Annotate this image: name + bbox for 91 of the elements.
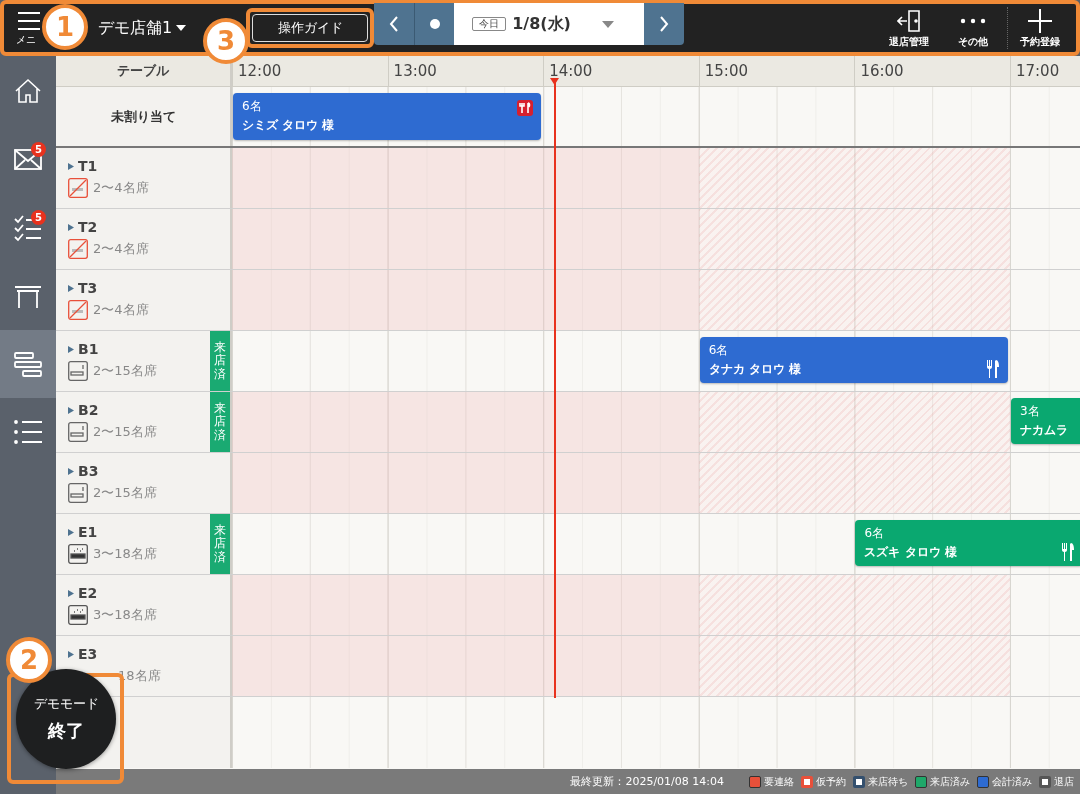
triangle-icon [68,406,74,414]
date-text: 1/8(水) [512,13,572,35]
table-name: E1 [78,524,98,540]
triangle-icon [68,162,74,170]
count-badge: 5 [31,210,46,225]
home-icon [14,78,42,106]
heated-tobacco-icon [68,605,88,625]
legend-label: 退店 [1054,774,1074,789]
caret-icon [602,20,615,28]
alert-cutlery-icon [517,100,534,116]
hour-label: 15:00 [698,56,855,86]
plus-icon [1028,9,1052,33]
menu-icon [16,9,42,32]
next-button[interactable] [644,3,685,45]
guest-name: ナカムラ [1020,422,1068,439]
hour-label: 13:00 [387,56,544,86]
triangle-icon [68,223,74,231]
table-name: T2 [78,219,98,235]
arrived-tag: 来店済 [210,331,230,391]
legend-label: 来店待ち [868,774,908,789]
triangle-icon [68,650,74,658]
dot-icon [429,19,440,29]
chevron-left-icon [389,16,400,32]
triangle-icon [68,345,74,353]
cigarette-icon [68,361,88,381]
arrived-tag: 来店済 [210,514,230,574]
today-badge: 今日 [472,17,507,31]
legend-label: 仮予約 [816,774,846,789]
no-smoking-icon [68,300,88,320]
guest-name: スズキ タロウ 様 [864,544,957,561]
no-smoking-icon [68,239,88,259]
checkout-button[interactable]: 退店管理 [877,7,941,49]
guest-count: 6名 [864,525,885,542]
heated-tobacco-icon [68,544,88,564]
hour-label: 17:00 [1009,56,1080,86]
row-label: 未割り当て [56,87,232,146]
seat-capacity: 2〜15名席 [93,484,157,502]
cigarette-icon [68,483,88,503]
cutlery-icon [1060,543,1075,561]
date-field[interactable]: 今日 1/8(水) [454,3,645,45]
store-selector[interactable]: デモ店舗1 [98,17,187,39]
seat-capacity: 3〜18名席 [93,606,157,624]
table-name: B1 [78,341,99,357]
seat-capacity: 2〜15名席 [93,423,157,441]
last-updated-text: 最終更新：2025/01/08 14:04 [570,774,724,789]
sidebar-item[interactable]: 5 [0,194,56,262]
no-smoking-icon [68,178,88,198]
table-name: E3 [78,646,98,662]
timeline-icon [14,350,42,378]
legend-label: 来店済み [930,774,970,789]
table-name: B2 [78,402,99,418]
today-button[interactable] [414,3,455,45]
door-exit-icon [897,9,921,33]
triangle-icon [68,467,74,475]
more-icon [960,18,986,24]
guest-name: シミズ タロウ 様 [242,117,335,134]
seat-capacity: 2〜4名席 [93,179,149,197]
count-badge: 5 [31,142,46,157]
seat-capacity: 2〜15名席 [93,362,157,380]
guest-count: 6名 [708,342,729,359]
guide-button[interactable]: 操作ガイド [252,14,369,42]
more-button[interactable]: その他 [941,7,1005,49]
seat-capacity: 3〜18名席 [93,545,157,563]
triangle-icon [68,528,74,536]
table-name: B3 [78,463,99,479]
guest-count: 6名 [242,98,262,115]
list-icon [14,418,42,446]
table-name: T3 [78,280,98,296]
hour-label: 16:00 [854,56,1010,86]
seat-capacity: 2〜4名席 [93,301,149,319]
checklist-icon [14,214,42,242]
cutlery-icon [986,360,1000,378]
chevron-right-icon [659,16,670,32]
table-name: E2 [78,585,98,601]
guest-count: 3名 [1020,403,1040,420]
sidebar-item[interactable] [0,330,56,398]
sidebar-item[interactable]: 5 [0,126,56,194]
caret-icon [176,25,187,31]
reservation-block[interactable]: 6名 シミズ タロウ 様 [233,93,542,140]
table-name: T1 [78,158,98,174]
guest-name: タナカ タロウ 様 [708,361,802,378]
legend-label: 要連絡 [764,774,794,789]
triangle-icon [68,284,74,292]
seat-capacity: 2〜4名席 [93,240,149,258]
new-reservation-button[interactable]: 予約登録 [1007,7,1072,49]
reservation-block[interactable]: 6名 タナカ タロウ 様 [699,337,1008,383]
previous-button[interactable] [374,3,415,45]
arrived-tag: 来店済 [210,392,230,452]
triangle-icon [68,589,74,597]
cigarette-icon [68,422,88,442]
legend-label: 会計済み [992,774,1032,789]
